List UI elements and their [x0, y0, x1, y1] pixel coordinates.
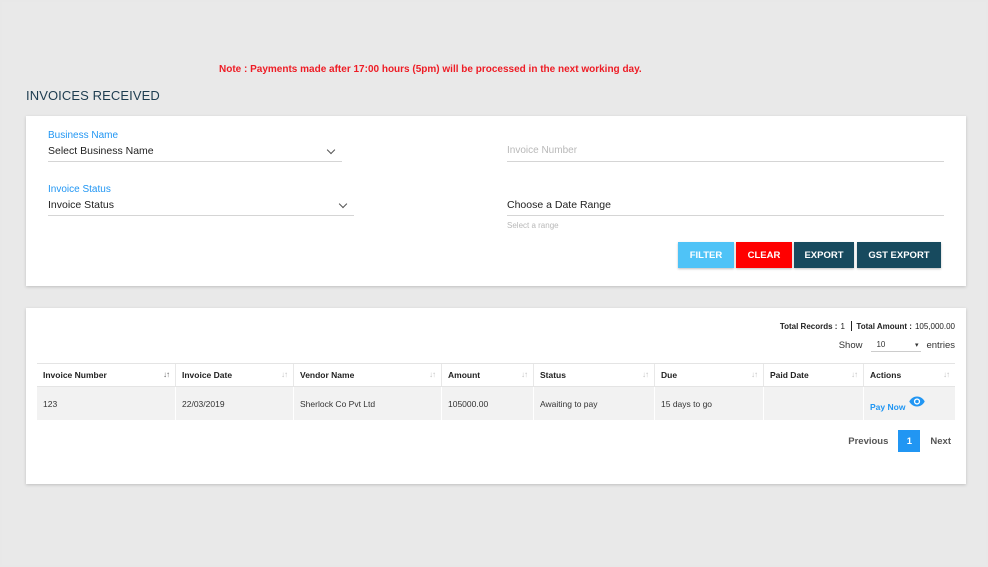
- column-header-label: Due: [661, 370, 678, 380]
- total-amount-value: 105,000.00: [914, 321, 955, 331]
- status-cell: Awaiting to pay: [534, 387, 655, 420]
- payment-note: Note : Payments made after 17:00 hours (…: [219, 64, 642, 75]
- show-label: Show: [838, 339, 863, 351]
- invoice-number-underline: [507, 161, 944, 162]
- column-header-label: Actions: [870, 370, 902, 380]
- invoice-status-underline: [48, 215, 354, 216]
- total-records-label: Total Records :: [779, 321, 838, 331]
- column-header-label: Paid Date: [770, 370, 809, 380]
- column-header-label: Amount: [448, 370, 481, 380]
- sort-icon: ↓↑: [429, 370, 436, 379]
- entries-control: Show 10 ▾ entries: [839, 338, 955, 352]
- date-range-label: Choose a Date Range: [507, 199, 611, 211]
- page-size-select[interactable]: 10 ▾: [871, 338, 922, 352]
- column-header-invoice-date[interactable]: Invoice Date ↓↑: [176, 364, 294, 386]
- chevron-down-icon: [326, 145, 336, 155]
- sort-icon: ↓↑: [642, 370, 649, 379]
- table-row: 123 22/03/2019 Sherlock Co Pvt Ltd 10500…: [37, 387, 955, 420]
- entries-label: entries: [926, 339, 955, 351]
- table-header: Invoice Number ↓↑ Invoice Date ↓↑ Vendor…: [37, 363, 955, 387]
- column-header-label: Invoice Date: [182, 370, 233, 380]
- pagination: Previous 1 Next: [848, 430, 951, 452]
- filter-panel: Business Name Select Business Name Invoi…: [26, 116, 966, 286]
- next-page-button[interactable]: Next: [930, 436, 951, 447]
- totals-summary: Total Records : 1 Total Amount : 105,000…: [780, 321, 955, 331]
- column-header-amount[interactable]: Amount ↓↑: [442, 364, 534, 386]
- paid-date-cell: [764, 387, 864, 420]
- eye-icon[interactable]: [909, 396, 926, 407]
- page-background: Note : Payments made after 17:00 hours (…: [2, 2, 986, 565]
- chevron-down-icon: [338, 199, 348, 209]
- clear-button[interactable]: CLEAR: [736, 242, 792, 268]
- invoice-date-cell: 22/03/2019: [176, 387, 294, 420]
- export-button[interactable]: EXPORT: [794, 242, 854, 268]
- vendor-name-cell: Sherlock Co Pvt Ltd: [294, 387, 442, 420]
- invoices-table-panel: Total Records : 1 Total Amount : 105,000…: [26, 308, 966, 484]
- actions-cell: Pay Now: [864, 387, 955, 420]
- page-title: INVOICES RECEIVED: [26, 88, 160, 103]
- column-header-status[interactable]: Status ↓↑: [534, 364, 655, 386]
- column-header-label: Invoice Number: [43, 370, 107, 380]
- sort-icon: ↓↑: [521, 370, 528, 379]
- column-header-invoice-number[interactable]: Invoice Number ↓↑: [37, 364, 176, 386]
- business-name-underline: [48, 161, 342, 162]
- invoice-status-label: Invoice Status: [48, 184, 111, 195]
- business-name-value: Select Business Name: [48, 145, 154, 157]
- column-header-label: Status: [540, 370, 566, 380]
- date-range-underline: [507, 215, 944, 216]
- sort-icon: ↓↑: [281, 370, 288, 379]
- totals-divider: [850, 321, 853, 331]
- sort-icon: ↓↑: [751, 370, 758, 379]
- current-page-button[interactable]: 1: [898, 430, 921, 452]
- sort-icon: ↓↑: [163, 370, 170, 379]
- total-records-value: 1: [840, 321, 845, 331]
- page-size-value: 10: [876, 340, 886, 349]
- invoice-number-placeholder: Invoice Number: [507, 145, 578, 156]
- invoice-number-cell: 123: [37, 387, 176, 420]
- column-header-label: Vendor Name: [300, 370, 355, 380]
- caret-down-icon: ▾: [914, 341, 919, 349]
- column-header-paid-date[interactable]: Paid Date ↓↑: [764, 364, 864, 386]
- date-range-hint: Select a range: [507, 221, 559, 230]
- column-header-actions[interactable]: Actions ↓↑: [864, 364, 955, 386]
- column-header-due[interactable]: Due ↓↑: [655, 364, 764, 386]
- sort-icon: ↓↑: [851, 370, 858, 379]
- pay-now-link[interactable]: Pay Now: [870, 402, 905, 412]
- filter-button[interactable]: FILTER: [678, 242, 734, 268]
- invoice-status-value: Invoice Status: [48, 199, 114, 211]
- due-cell: 15 days to go: [655, 387, 764, 420]
- total-amount-label: Total Amount :: [856, 321, 912, 331]
- sort-icon: ↓↑: [943, 370, 950, 379]
- column-header-vendor-name[interactable]: Vendor Name ↓↑: [294, 364, 442, 386]
- gst-export-button[interactable]: GST EXPORT: [857, 242, 941, 268]
- previous-page-button[interactable]: Previous: [848, 436, 888, 447]
- business-name-label: Business Name: [48, 130, 119, 141]
- amount-cell: 105000.00: [442, 387, 534, 420]
